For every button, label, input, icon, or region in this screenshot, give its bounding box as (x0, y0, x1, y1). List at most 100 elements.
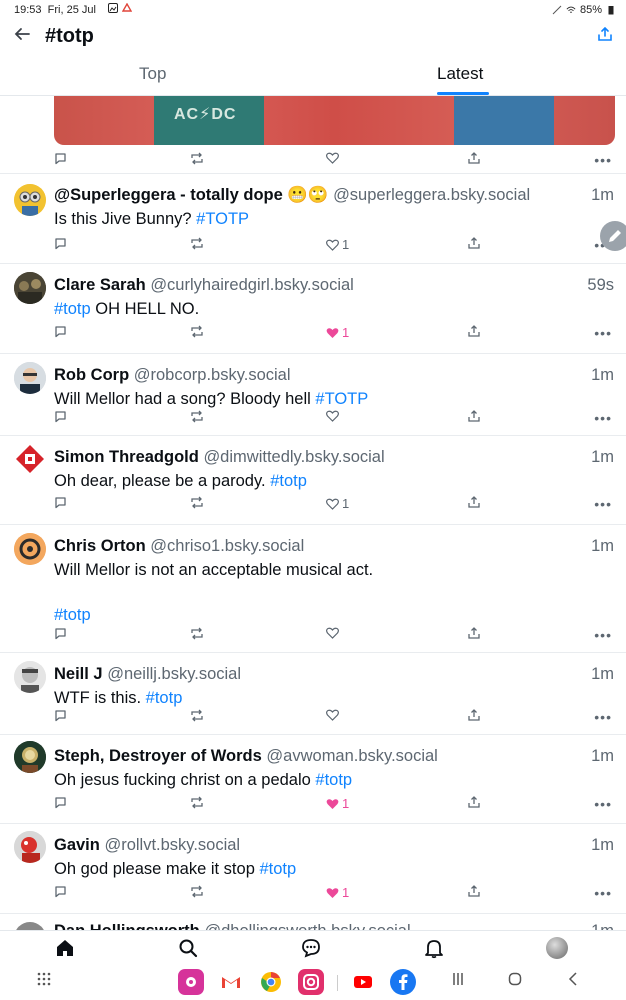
repost-icon[interactable] (190, 237, 204, 250)
post-item[interactable]: Clare Sarah @curlyhairedgirl.bsky.social… (0, 263, 626, 353)
post-author-name[interactable]: Dan Hollingsworth (54, 922, 200, 930)
heart-icon[interactable] (326, 152, 339, 164)
post-author-name[interactable]: Rob Corp (54, 366, 129, 384)
post-author-name[interactable]: Gavin (54, 836, 100, 854)
post-author-name[interactable]: Chris Orton (54, 537, 146, 555)
more-icon[interactable]: ••• (594, 152, 612, 168)
share-icon[interactable] (468, 796, 480, 808)
post-author-handle[interactable]: @rollvt.bsky.social (104, 836, 240, 854)
hashtag-link[interactable]: #TOTP (196, 210, 249, 228)
post-item[interactable]: Dan Hollingsworth @dhollingsworth.bsky.s… (0, 913, 626, 930)
heart-icon[interactable]: 1 (326, 237, 349, 252)
heart-icon[interactable] (326, 410, 342, 422)
avatar[interactable] (14, 443, 46, 475)
home-icon[interactable] (54, 937, 78, 961)
reply-icon[interactable] (54, 496, 67, 509)
instagram-icon[interactable] (298, 969, 324, 995)
reply-icon[interactable] (54, 627, 67, 640)
home-button-icon[interactable] (508, 972, 522, 991)
apps-grid-icon[interactable] (37, 972, 51, 991)
heart-icon[interactable] (326, 627, 342, 639)
post-author-name[interactable]: Clare Sarah (54, 276, 146, 294)
more-icon[interactable]: ••• (594, 627, 612, 643)
heart-icon[interactable]: 1 (326, 325, 349, 340)
search-icon[interactable] (177, 937, 201, 961)
more-icon[interactable]: ••• (594, 885, 612, 901)
share-icon[interactable] (468, 410, 480, 422)
avatar[interactable] (14, 184, 46, 216)
post-author-handle[interactable]: @chriso1.bsky.social (150, 537, 304, 555)
post-item[interactable]: Simon Threadgold @dimwittedly.bsky.socia… (0, 435, 626, 524)
post-author-name[interactable]: Steph, Destroyer of Words (54, 747, 262, 765)
feed[interactable]: AC⚡DC ••• @Superleggera - totally dope 😬… (0, 96, 626, 930)
more-icon[interactable]: ••• (594, 796, 612, 812)
reply-icon[interactable] (54, 885, 67, 898)
repost-icon[interactable] (190, 627, 204, 640)
post-author-handle[interactable]: @curlyhairedgirl.bsky.social (150, 276, 354, 294)
share-icon[interactable] (468, 885, 480, 897)
repost-icon[interactable] (190, 709, 204, 722)
more-icon[interactable]: ••• (594, 410, 612, 426)
post-author-name[interactable]: Simon Threadgold (54, 448, 199, 466)
reply-icon[interactable] (54, 709, 67, 722)
repost-icon[interactable] (190, 796, 204, 809)
post-author-handle[interactable]: @dhollingsworth.bsky.social (204, 922, 410, 930)
avatar[interactable] (14, 272, 46, 304)
tab-top[interactable]: Top (139, 64, 166, 84)
post-author-name[interactable]: Neill J (54, 665, 103, 683)
repost-icon[interactable] (190, 885, 204, 898)
hashtag-link[interactable]: #totp (146, 689, 183, 707)
share-icon[interactable] (598, 26, 612, 46)
reply-icon[interactable] (54, 152, 67, 165)
post-item[interactable]: Steph, Destroyer of Words @avwoman.bsky.… (0, 734, 626, 823)
gmail-icon[interactable] (218, 969, 244, 995)
post-author-handle[interactable]: @robcorp.bsky.social (134, 366, 291, 384)
post-author-handle[interactable]: @neillj.bsky.social (107, 665, 241, 683)
avatar[interactable] (14, 831, 46, 863)
share-icon[interactable] (468, 627, 480, 639)
post-image[interactable]: AC⚡DC (54, 96, 615, 145)
post-item[interactable]: @Superleggera - totally dope 😬🙄 @superle… (0, 173, 626, 263)
more-icon[interactable]: ••• (594, 325, 612, 341)
hashtag-link[interactable]: #totp (54, 300, 91, 318)
avatar[interactable] (14, 362, 46, 394)
hashtag-link[interactable]: #totp (270, 472, 307, 490)
post-item[interactable]: Gavin @rollvt.bsky.social 1m Oh god plea… (0, 823, 626, 913)
hashtag-link[interactable]: #totp (259, 860, 296, 878)
repost-icon[interactable] (190, 325, 204, 338)
reply-icon[interactable] (54, 325, 67, 338)
more-icon[interactable]: ••• (594, 496, 612, 512)
tab-latest[interactable]: Latest (437, 64, 483, 84)
share-icon[interactable] (468, 496, 480, 508)
flower-app-icon[interactable] (178, 969, 204, 995)
chrome-icon[interactable] (258, 969, 284, 995)
compose-button[interactable] (600, 221, 626, 251)
post-author-handle[interactable]: @superleggera.bsky.social (333, 186, 530, 204)
share-icon[interactable] (468, 152, 480, 164)
post-item[interactable]: Neill J @neillj.bsky.social 1m WTF is th… (0, 652, 626, 734)
back-button-icon[interactable] (568, 972, 578, 991)
heart-icon[interactable]: 1 (326, 885, 349, 900)
recents-icon[interactable] (452, 972, 464, 991)
post-author-handle[interactable]: @dimwittedly.bsky.social (203, 448, 384, 466)
heart-icon[interactable]: 1 (326, 496, 349, 511)
chat-icon[interactable] (300, 937, 324, 961)
youtube-icon[interactable] (350, 969, 376, 995)
repost-icon[interactable] (190, 496, 204, 509)
reply-icon[interactable] (54, 796, 67, 809)
profile-avatar[interactable] (546, 937, 568, 959)
post-author-handle[interactable]: @avwoman.bsky.social (266, 747, 437, 765)
hashtag-link[interactable]: #totp (54, 606, 91, 624)
reply-icon[interactable] (54, 410, 67, 423)
repost-icon[interactable] (190, 410, 204, 423)
facebook-icon[interactable] (390, 969, 416, 995)
share-icon[interactable] (468, 325, 480, 337)
repost-icon[interactable] (190, 152, 204, 165)
more-icon[interactable]: ••• (594, 709, 612, 725)
hashtag-link[interactable]: #totp (315, 771, 352, 789)
hashtag-link[interactable]: #TOTP (315, 390, 368, 408)
heart-icon[interactable]: 1 (326, 796, 349, 811)
back-arrow-icon[interactable] (14, 26, 30, 47)
post-item[interactable]: Chris Orton @chriso1.bsky.social 1m Will… (0, 524, 626, 652)
share-icon[interactable] (468, 237, 480, 249)
